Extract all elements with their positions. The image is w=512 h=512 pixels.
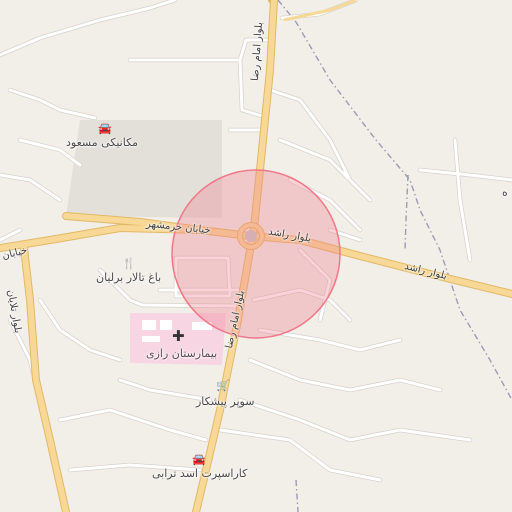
shopping-basket-icon[interactable]: 🛒 — [216, 380, 230, 391]
restaurant-icon[interactable]: 🍴 — [122, 258, 136, 269]
car-icon[interactable]: 🚘 — [98, 123, 112, 134]
car-icon[interactable]: 🚘 — [192, 454, 206, 465]
highlight-circle[interactable] — [171, 169, 341, 339]
poi-label-hospital[interactable]: بیمارستان رازی — [146, 347, 217, 360]
hospital-cross-icon[interactable]: ✚ — [172, 329, 185, 344]
poi-label-garden[interactable]: باغ تالار برلیان — [96, 271, 161, 284]
poi-label-carwash[interactable]: کاراسپرت اسد ترابی — [152, 467, 247, 480]
poi-label-mechanic[interactable]: مکانیکی مسعود — [66, 136, 138, 149]
poi-label-edge: ه — [502, 186, 508, 199]
poi-label-supermarket[interactable]: سوپر پیشکار — [196, 395, 254, 408]
map-canvas[interactable]: بلوار امام رضا بلوار امام رضا بلوار راشد… — [0, 0, 512, 512]
